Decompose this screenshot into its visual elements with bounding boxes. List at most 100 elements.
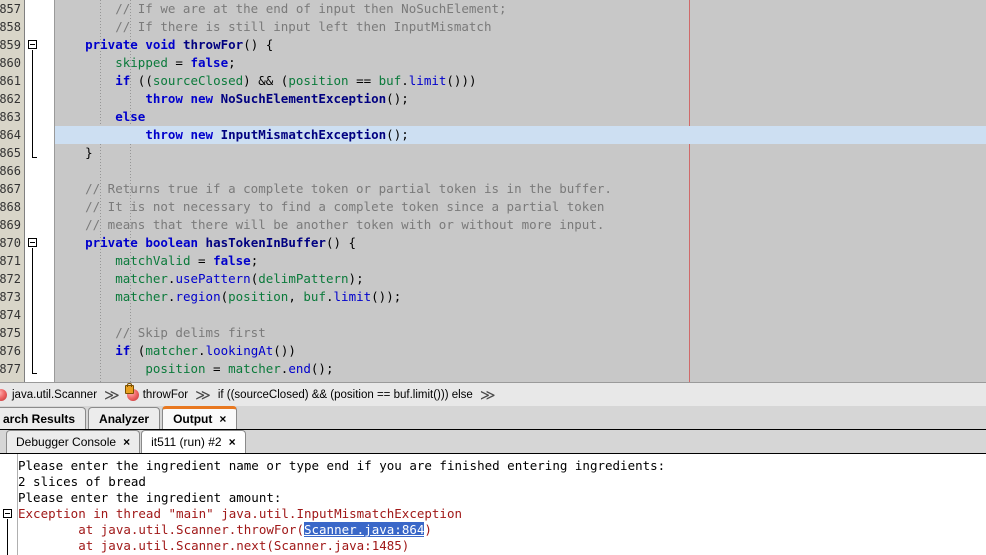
output-fold-gutter[interactable] — [0, 454, 18, 555]
code-line[interactable]: if (matcher.lookingAt()) — [55, 342, 986, 360]
code-token: () { — [243, 37, 274, 52]
code-token: = — [190, 253, 214, 268]
tab-output[interactable]: Output × — [162, 406, 238, 429]
code-token: void — [145, 37, 176, 52]
code-token: private — [85, 37, 138, 52]
code-line[interactable]: private boolean hasTokenInBuffer() { — [55, 234, 986, 252]
output-line[interactable]: at java.util.Scanner.throwFor(Scanner.ja… — [18, 522, 986, 538]
code-line[interactable]: } — [55, 144, 986, 162]
output-console[interactable]: Please enter the ingredient name or type… — [0, 454, 986, 555]
code-line[interactable]: throw new NoSuchElementException(); — [55, 90, 986, 108]
breadcrumb-item[interactable]: if ((sourceClosed) && (position == buf.l… — [216, 383, 475, 407]
code-token: (( — [130, 73, 153, 88]
code-line[interactable]: // If there is still input left then Inp… — [55, 18, 986, 36]
output-line[interactable]: Please enter the ingredient amount: — [18, 490, 986, 506]
subtab-label: it511 (run) #2 — [151, 435, 222, 449]
fold-range-end — [32, 373, 37, 374]
code-line[interactable]: throw new InputMismatchException(); — [55, 126, 986, 144]
code-line[interactable]: // It is not necessary to find a complet… — [55, 198, 986, 216]
class-icon — [0, 389, 10, 401]
line-number: 857 — [0, 2, 21, 16]
line-number: 872 — [0, 272, 21, 286]
code-token: limit — [333, 289, 372, 304]
breadcrumb-item[interactable]: throwFor — [124, 383, 190, 407]
editor-fold-column[interactable] — [25, 0, 55, 382]
code-token: == — [348, 73, 379, 88]
output-text: Please enter the ingredient name or type… — [18, 458, 666, 473]
code-line[interactable]: matcher.usePattern(delimPattern); — [55, 270, 986, 288]
breadcrumb-separator-icon: ≫ — [479, 386, 496, 404]
code-token: ()); — [371, 289, 402, 304]
output-line[interactable]: Exception in thread "main" java.util.Inp… — [18, 506, 986, 522]
tab-arch-results[interactable]: arch Results — [0, 407, 87, 429]
close-icon[interactable]: × — [123, 435, 130, 449]
bottom-dock: arch Results Analyzer Output × Debugger Con… — [0, 406, 986, 555]
code-token: false — [190, 55, 229, 70]
code-token: (); — [310, 361, 334, 376]
code-line[interactable]: private void throwFor() { — [55, 36, 986, 54]
tab-label: Output — [173, 412, 213, 426]
line-number: 862 — [0, 92, 21, 106]
stack-trace-link[interactable]: Scanner.java:864 — [303, 522, 425, 537]
output-text: Please enter the ingredient amount: — [18, 490, 282, 505]
code-line[interactable]: skipped = false; — [55, 54, 986, 72]
output-window-tabs[interactable]: arch Results Analyzer Output × — [0, 406, 986, 430]
output-text: Exception in thread "main" java.util.Inp… — [18, 506, 463, 521]
code-token: false — [213, 253, 251, 268]
code-token: matchValid — [115, 253, 191, 268]
code-line[interactable]: matchValid = false; — [55, 252, 986, 270]
code-token: matcher — [228, 361, 281, 376]
output-line[interactable]: 2 slices of bread — [18, 474, 986, 490]
line-number: 877 — [0, 362, 21, 376]
code-line[interactable]: // If we are at the end of input then No… — [55, 0, 986, 18]
editor-code-area[interactable]: // If we are at the end of input then No… — [55, 0, 986, 382]
line-number: 871 — [0, 254, 21, 268]
code-line[interactable]: else — [55, 108, 986, 126]
breadcrumb-item[interactable]: java.util.Scanner — [10, 383, 99, 407]
code-token: skipped — [115, 55, 168, 70]
fold-collapse-icon[interactable] — [28, 238, 37, 247]
subtab-it511-run-2[interactable]: it511 (run) #2 × — [141, 430, 246, 453]
code-line[interactable] — [55, 162, 986, 180]
output-fold-collapse-icon[interactable] — [3, 509, 12, 518]
code-line[interactable]: // Returns true if a complete token or p… — [55, 180, 986, 198]
code-token: ( — [220, 289, 229, 304]
code-line[interactable]: position = matcher.end(); — [55, 360, 986, 378]
output-text-area[interactable]: Please enter the ingredient name or type… — [18, 454, 986, 555]
code-token: () { — [325, 235, 357, 250]
code-token: } — [55, 145, 93, 160]
code-token: (); — [386, 127, 409, 142]
line-number: 858 — [0, 20, 21, 34]
code-token: usePattern — [175, 271, 251, 286]
source-editor[interactable]: 857 858 859 860 861 862 863 864 865 866 867 868 869 8… — [0, 0, 986, 382]
breadcrumb-label: java.util.Scanner — [12, 389, 98, 401]
line-number: 869 — [0, 218, 21, 232]
code-line[interactable]: matcher.region(position, buf.limit()); — [55, 288, 986, 306]
output-line[interactable]: Please enter the ingredient name or type… — [18, 458, 986, 474]
close-icon[interactable]: × — [219, 412, 226, 426]
fold-range-line — [32, 50, 33, 157]
output-sub-tabs[interactable]: Debugger Console × it511 (run) #2 × — [0, 430, 986, 454]
code-line[interactable]: // means that there will be another toke… — [55, 216, 986, 234]
line-number: 864 — [0, 128, 21, 142]
code-token: ( — [130, 343, 146, 358]
breadcrumb[interactable]: java.util.Scanner ≫ throwFor ≫ if ((sourceCl… — [0, 382, 986, 408]
code-token: if — [115, 343, 131, 358]
subtab-debugger-console[interactable]: Debugger Console × — [6, 430, 141, 453]
code-line[interactable]: if ((sourceClosed) && (position == buf.l… — [55, 72, 986, 90]
code-token: . — [325, 289, 334, 304]
code-line[interactable] — [55, 306, 986, 324]
close-icon[interactable]: × — [229, 435, 236, 449]
lock-icon — [124, 383, 134, 394]
tab-analyzer[interactable]: Analyzer — [88, 407, 161, 429]
fold-collapse-icon[interactable] — [28, 40, 37, 49]
output-line[interactable]: at java.util.Scanner.next(Scanner.java:1… — [18, 538, 986, 554]
code-line[interactable]: // Skip delims first — [55, 324, 986, 342]
code-token: delimPattern — [258, 271, 349, 286]
